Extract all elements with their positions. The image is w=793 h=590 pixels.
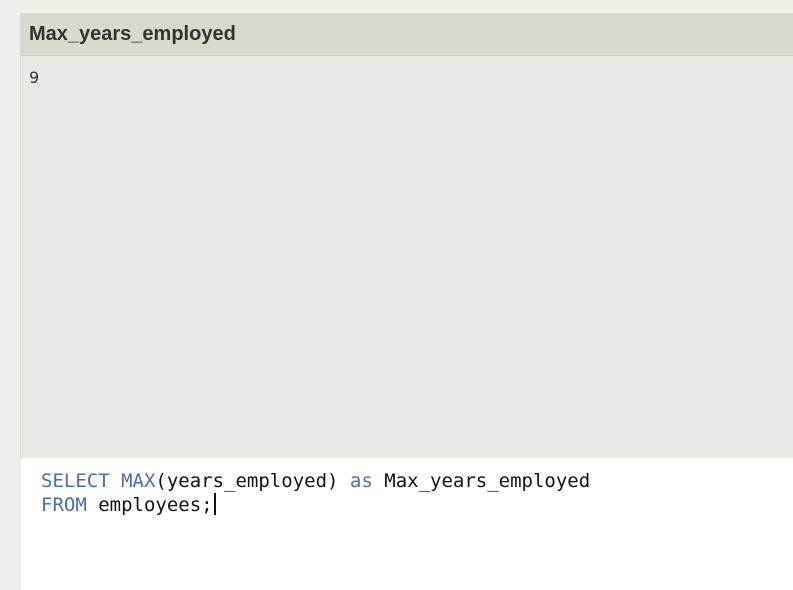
column-header-max-years-employed[interactable]: Max_years_employed [29,23,236,46]
query-results-panel: Max_years_employed 9 [20,13,793,458]
keyword-select: SELECT [41,470,110,492]
sql-editor[interactable]: SELECT MAX(years_employed) as Max_years_… [21,458,793,590]
result-cell-value[interactable]: 9 [29,68,39,87]
function-args: (years_employed) [155,470,339,492]
text-cursor [213,493,216,515]
function-max: MAX [121,470,156,492]
column-alias: Max_years_employed [384,470,591,492]
table-name: employees; [98,494,213,516]
keyword-as: as [349,470,373,492]
results-header-row: Max_years_employed [21,13,793,56]
keyword-from: FROM [41,494,87,516]
sql-code[interactable]: SELECT MAX(years_employed) as Max_years_… [41,469,590,517]
top-toolbar-edge [0,0,793,13]
